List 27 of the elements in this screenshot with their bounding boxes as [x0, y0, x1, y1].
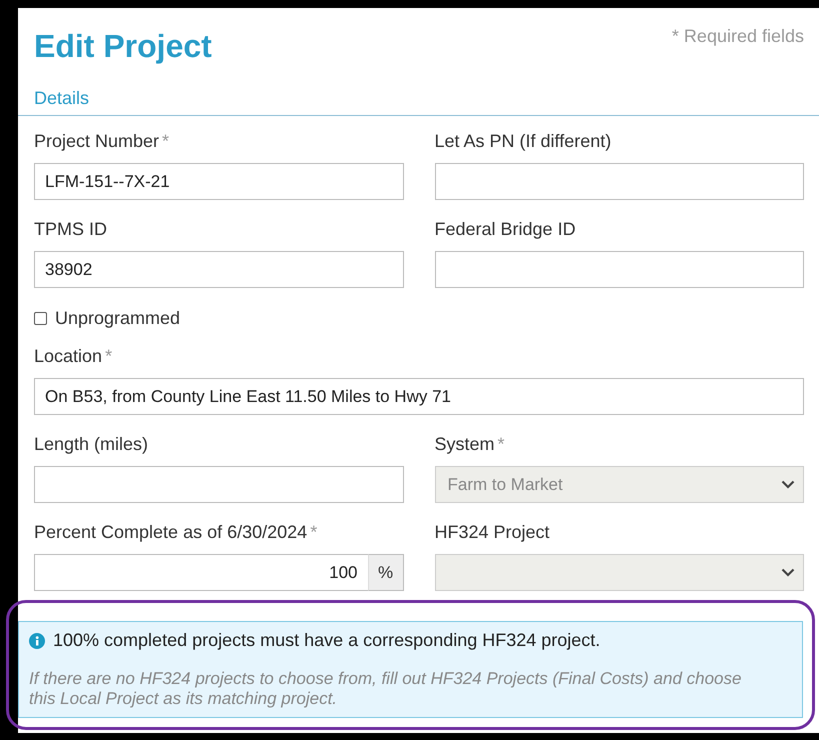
required-fields-note: * Required fields [672, 26, 804, 47]
chevron-down-icon [781, 480, 795, 489]
field-label: Federal Bridge ID [434, 218, 577, 240]
field-label: TPMS ID [34, 218, 108, 240]
text-field[interactable] [434, 251, 804, 288]
field-label: System * [434, 433, 506, 455]
text-field[interactable]: On B53, from County Line East 11.50 Miles to Hwy 71 [34, 378, 804, 415]
percent-field[interactable]: 100 [34, 554, 368, 591]
field-label: Length (miles) [34, 433, 150, 455]
alert-note: If there are no HF324 projects to choose from, fill out HF324 Projects (Final Costs) and choose this Local Project as its matching project. [29, 669, 742, 709]
section-heading: Details [18, 78, 819, 116]
field-label: Let As PN (If different) [434, 130, 612, 152]
text-field[interactable] [34, 466, 404, 503]
info-icon [29, 632, 45, 648]
field-label: Location * [34, 345, 114, 367]
chevron-down-icon [781, 568, 795, 577]
checkbox-label: Unprogrammed [55, 307, 180, 329]
text-field[interactable]: 38902 [34, 251, 404, 288]
field-label: Percent Complete as of 6/30/2024 * [34, 521, 318, 543]
unit-addon: % [368, 554, 404, 591]
text-field[interactable]: LFM-151--7X-21 [34, 163, 404, 200]
checkbox[interactable] [34, 312, 47, 324]
alert-message: 100% completed projects must have a corresponding HF324 project. [53, 630, 600, 651]
text-field[interactable] [434, 163, 804, 200]
field-label: HF324 Project [434, 521, 551, 543]
field-label: Project Number * [34, 130, 170, 152]
page-title: Edit Project [34, 28, 212, 64]
